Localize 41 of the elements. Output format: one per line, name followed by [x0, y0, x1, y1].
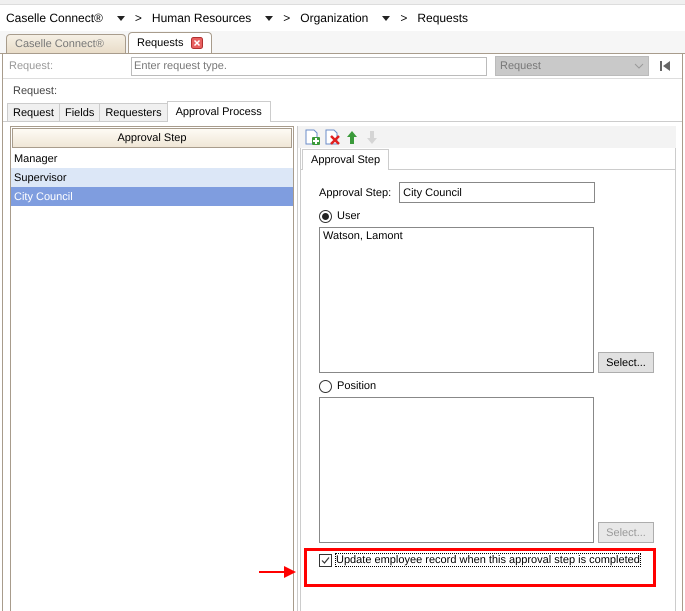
- up-arrow-icon[interactable]: [344, 129, 360, 145]
- list-item[interactable]: Supervisor: [11, 168, 293, 187]
- list-item[interactable]: Manager: [11, 149, 293, 168]
- add-icon[interactable]: [304, 129, 320, 145]
- caret-icon[interactable]: [382, 16, 390, 20]
- tab[interactable]: Approval Step: [302, 149, 390, 170]
- selection-list[interactable]: [319, 397, 594, 543]
- approval-step-field[interactable]: City Council: [399, 182, 596, 203]
- tab[interactable]: Fields: [58, 103, 100, 121]
- first-record-icon[interactable]: [659, 60, 671, 72]
- radio-label[interactable]: User: [337, 210, 360, 222]
- arrow-icon: [259, 566, 296, 578]
- close-icon[interactable]: [191, 37, 204, 49]
- breadcrumb-separator: >: [283, 11, 290, 25]
- delete-icon[interactable]: [324, 129, 340, 145]
- select-button[interactable]: Select...: [598, 352, 654, 373]
- tab[interactable]: Requesters: [99, 103, 168, 121]
- caret-icon[interactable]: [116, 16, 125, 20]
- radio-button[interactable]: [319, 210, 332, 222]
- breadcrumb-separator: >: [400, 11, 408, 25]
- document-tab[interactable]: Requests: [128, 32, 212, 53]
- breadcrumb-item[interactable]: Requests: [417, 11, 468, 25]
- checkbox-label[interactable]: Update employee record when this approval step is completed: [336, 554, 640, 566]
- tab[interactable]: Approval Process: [166, 101, 271, 122]
- request-label: Request:: [13, 85, 58, 97]
- radio-button[interactable]: [319, 380, 332, 392]
- request-label: Request:: [9, 60, 54, 72]
- breadcrumb-separator: >: [134, 11, 142, 25]
- selection-list[interactable]: Watson, Lamont: [319, 227, 594, 373]
- tab[interactable]: Request: [7, 103, 60, 121]
- request-type-field[interactable]: Enter request type.: [131, 56, 487, 76]
- breadcrumb-item[interactable]: Caselle Connect®: [6, 11, 103, 25]
- document-tab[interactable]: Caselle Connect®: [6, 34, 126, 53]
- field-label: Approval Step:: [319, 186, 392, 198]
- breadcrumb-item[interactable]: Human Resources: [152, 11, 252, 25]
- caret-icon[interactable]: [265, 16, 274, 20]
- checkbox[interactable]: [319, 554, 332, 566]
- list-entry[interactable]: Watson, Lamont: [323, 230, 590, 242]
- radio-label[interactable]: Position: [337, 380, 376, 392]
- breadcrumb-item[interactable]: Organization: [300, 11, 368, 25]
- column-header[interactable]: Approval Step: [12, 128, 292, 148]
